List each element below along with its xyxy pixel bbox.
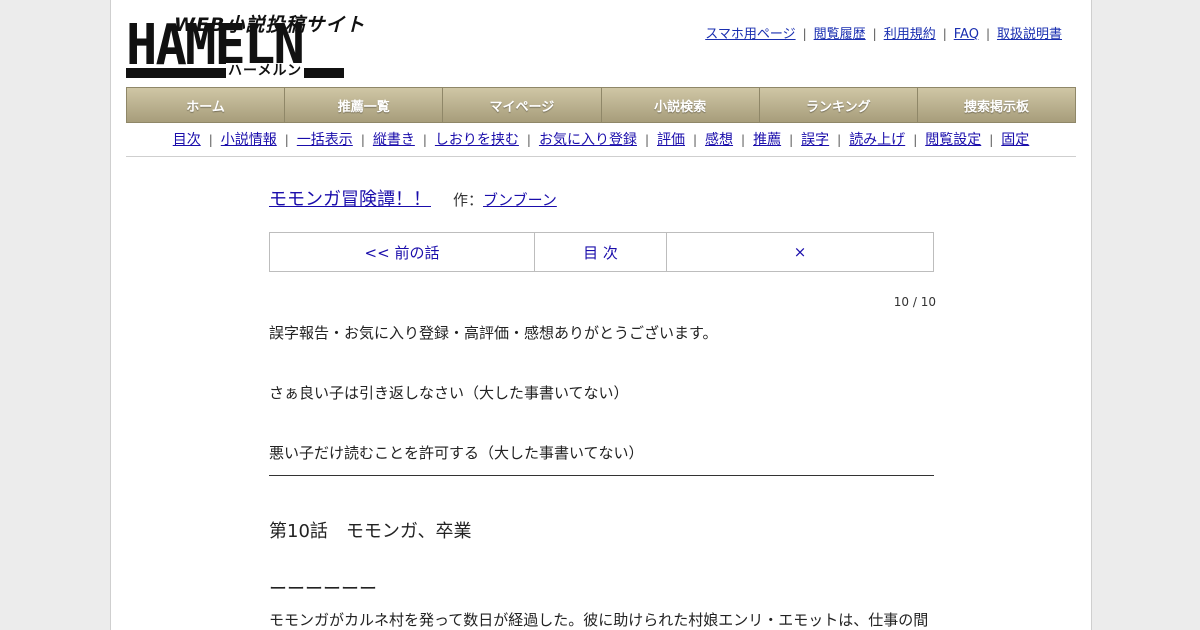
- preface-line: 誤字報告・お気に入り登録・高評価・感想ありがとうございます。: [269, 324, 718, 342]
- nav-ranking[interactable]: ランキング: [759, 88, 918, 122]
- author-link[interactable]: ブンブーン: [483, 191, 557, 209]
- episode-counter: 10 / 10: [893, 295, 936, 309]
- preface-divider: [269, 475, 934, 476]
- link-manual[interactable]: 取扱説明書: [997, 27, 1062, 42]
- episode-pager: << 前の話 目 次 ×: [269, 232, 934, 272]
- page: WEB小説投稿サイト HAMELN ハーメルン スマホ用ページ | 閲覧履歴 | 利用規…: [110, 0, 1092, 630]
- nav-mypage[interactable]: マイページ: [443, 88, 602, 122]
- nav-board[interactable]: 捜索掲示板: [917, 88, 1076, 122]
- subnav-all[interactable]: 一括表示: [297, 132, 353, 148]
- next-episode-button[interactable]: ×: [667, 233, 933, 271]
- novel-title-link[interactable]: モモンガ冒険譚！！: [269, 189, 431, 210]
- nav-home[interactable]: ホーム: [127, 88, 286, 122]
- top-links: スマホ用ページ | 閲覧履歴 | 利用規約 | FAQ | 取扱説明書: [705, 27, 1062, 42]
- link-history[interactable]: 閲覧履歴: [814, 27, 866, 42]
- body-line: モモンガがカルネ村を発って数日が経過した。彼に助けられた村娘エンリ・エモットは、…: [269, 611, 929, 629]
- subnav-rate[interactable]: 評価: [657, 132, 685, 148]
- subnav-vertical[interactable]: 縦書き: [373, 132, 415, 148]
- subnav-recommend[interactable]: 推薦: [753, 132, 781, 148]
- nav-search[interactable]: 小説検索: [601, 88, 760, 122]
- subnav-bookmark[interactable]: しおりを挟む: [435, 132, 519, 148]
- preface-line: さぁ良い子は引き返しなさい（大した事書いてない）: [269, 384, 629, 402]
- subnav-settings[interactable]: 閲覧設定: [925, 132, 981, 148]
- author-label: 作：: [453, 191, 484, 209]
- nav-recommend[interactable]: 推薦一覧: [285, 88, 444, 122]
- toc-button[interactable]: 目 次: [535, 233, 667, 271]
- body-line: ーーーーーー: [269, 579, 377, 600]
- logo-kana: ハーメルン: [226, 63, 305, 79]
- divider: [126, 156, 1076, 157]
- link-faq[interactable]: FAQ: [954, 27, 979, 42]
- prev-episode-button[interactable]: << 前の話: [270, 233, 535, 271]
- link-terms[interactable]: 利用規約: [884, 27, 936, 42]
- subnav-review[interactable]: 感想: [705, 132, 733, 148]
- subnav-typo[interactable]: 誤字: [801, 132, 829, 148]
- subnav-pin[interactable]: 固定: [1001, 132, 1029, 148]
- link-smartphone[interactable]: スマホ用ページ: [705, 27, 795, 42]
- chapter-title: 第10話 モモンガ、卒業: [269, 521, 472, 542]
- subnav-info[interactable]: 小説情報: [221, 132, 277, 148]
- sub-nav: 目次 | 小説情報 | 一括表示 | 縦書き | しおりを挟む | お気に入り登録 | 評価 | 感想 | 推薦…: [172, 132, 1030, 148]
- subnav-toc[interactable]: 目次: [173, 132, 201, 148]
- site-logo[interactable]: WEB小説投稿サイト HAMELN ハーメルン: [126, 10, 364, 80]
- main-nav: ホーム 推薦一覧 マイページ 小説検索 ランキング 捜索掲示板: [126, 87, 1076, 123]
- title-row: モモンガ冒険譚！！ 作：ブンブーン: [269, 185, 557, 211]
- preface-line: 悪い子だけ読むことを許可する（大した事書いてない）: [269, 444, 644, 462]
- subnav-readaloud[interactable]: 読み上げ: [849, 132, 905, 148]
- subnav-favorite[interactable]: お気に入り登録: [539, 132, 637, 148]
